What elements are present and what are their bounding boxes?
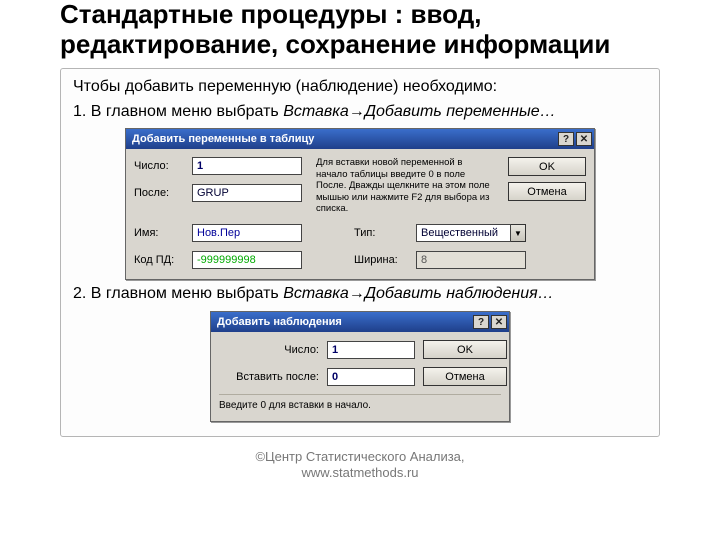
label-name: Имя: bbox=[134, 227, 186, 239]
step2-menu: Вставка bbox=[283, 285, 349, 302]
footer: ©Центр Статистического Анализа, www.stat… bbox=[60, 449, 660, 482]
ok-button[interactable]: OK bbox=[423, 340, 507, 359]
count-input[interactable] bbox=[192, 157, 302, 175]
help-button[interactable]: ? bbox=[558, 132, 574, 146]
step2-item: Добавить наблюдения… bbox=[365, 285, 554, 302]
step2-arrow: → bbox=[349, 285, 365, 302]
label-type: Тип: bbox=[354, 227, 410, 239]
label-width: Ширина: bbox=[354, 254, 410, 266]
type-value bbox=[416, 224, 511, 242]
step-1: 1. В главном меню выбрать Вставка→Добави… bbox=[73, 102, 647, 123]
dialog1-title: Добавить переменные в таблицу bbox=[132, 133, 558, 145]
code-input[interactable] bbox=[192, 251, 302, 269]
step1-menu: Вставка bbox=[283, 103, 349, 120]
dialog2-titlebar[interactable]: Добавить наблюдения ? ✕ bbox=[211, 312, 509, 332]
type-select[interactable]: ▼ bbox=[416, 224, 526, 242]
footer-line2: www.statmethods.ru bbox=[60, 465, 660, 481]
step-2: 2. В главном меню выбрать Вставка→Добави… bbox=[73, 284, 647, 305]
label-after2: Вставить после: bbox=[219, 371, 319, 383]
label-code: Код ПД: bbox=[134, 254, 186, 266]
after2-input[interactable] bbox=[327, 368, 415, 386]
cancel-button[interactable]: Отмена bbox=[508, 182, 586, 201]
cancel-button[interactable]: Отмена bbox=[423, 367, 507, 386]
step1-arrow: → bbox=[349, 103, 365, 120]
label-after: После: bbox=[134, 187, 186, 199]
ok-button[interactable]: OK bbox=[508, 157, 586, 176]
page-title: Стандартные процедуры : ввод, редактиров… bbox=[60, 0, 660, 60]
dialog2-title: Добавить наблюдения bbox=[217, 316, 473, 328]
step2-prefix: 2. В главном меню выбрать bbox=[73, 285, 283, 302]
content-panel: Чтобы добавить переменную (наблюдение) н… bbox=[60, 68, 660, 437]
help-button[interactable]: ? bbox=[473, 315, 489, 329]
step1-item: Добавить переменные… bbox=[365, 103, 556, 120]
name-input[interactable] bbox=[192, 224, 302, 242]
dialog-add-variables: Добавить переменные в таблицу ? ✕ Число:… bbox=[125, 128, 595, 280]
dialog2-hint: Введите 0 для вставки в начало. bbox=[219, 394, 501, 411]
step1-prefix: 1. В главном меню выбрать bbox=[73, 103, 283, 120]
label-count2: Число: bbox=[219, 344, 319, 356]
dialog1-hint: Для вставки новой переменной в начало та… bbox=[312, 157, 498, 214]
chevron-down-icon[interactable]: ▼ bbox=[511, 224, 526, 242]
count2-input[interactable] bbox=[327, 341, 415, 359]
after-input[interactable] bbox=[192, 184, 302, 202]
close-button[interactable]: ✕ bbox=[491, 315, 507, 329]
intro-text: Чтобы добавить переменную (наблюдение) н… bbox=[73, 77, 647, 98]
label-count: Число: bbox=[134, 160, 186, 172]
footer-line1: ©Центр Статистического Анализа, bbox=[60, 449, 660, 465]
close-button[interactable]: ✕ bbox=[576, 132, 592, 146]
dialog1-titlebar[interactable]: Добавить переменные в таблицу ? ✕ bbox=[126, 129, 594, 149]
dialog-add-observations: Добавить наблюдения ? ✕ Число: OK Встави… bbox=[210, 311, 510, 422]
width-input bbox=[416, 251, 526, 269]
